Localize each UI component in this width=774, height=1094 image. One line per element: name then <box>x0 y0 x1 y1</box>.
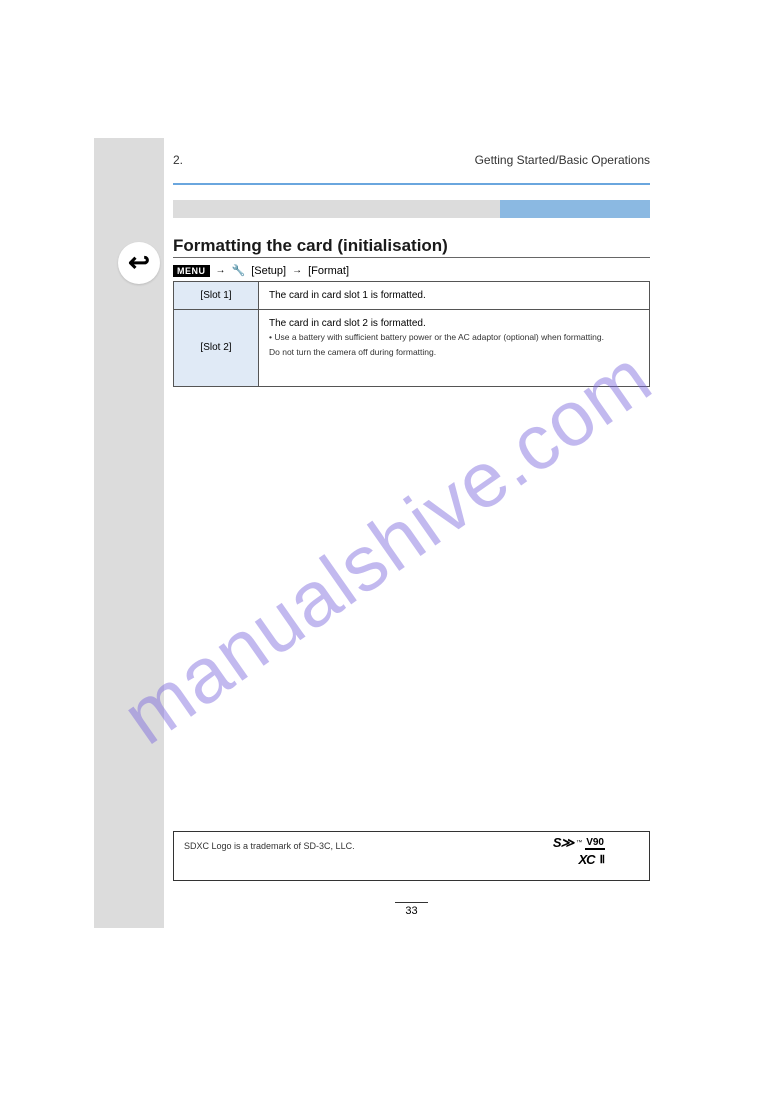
page-number: 33 <box>173 902 650 917</box>
menu-path: MENU → 🔧 [Setup] → [Format] <box>173 264 349 277</box>
arrow-icon: → <box>216 265 226 276</box>
menu-item: [Format] <box>308 265 349 277</box>
header-divider <box>173 183 650 185</box>
table-row: [Slot 1] The card in card slot 1 is form… <box>174 282 650 310</box>
tab-active <box>500 200 650 218</box>
tm-icon: ™ <box>576 840 582 846</box>
row-note: • Use a battery with sufficient battery … <box>269 332 639 344</box>
row-note: Do not turn the camera off during format… <box>269 347 639 359</box>
row-text: The card in card slot 1 is formatted. <box>259 282 650 310</box>
xc-logo-icon: XC <box>579 852 595 867</box>
uhs-ii-icon: Ⅱ <box>600 853 605 866</box>
back-arrow-icon: ↩ <box>128 247 150 278</box>
section-rule <box>173 257 650 258</box>
sd-logos: S≫™ V90 XC Ⅱ <box>553 835 605 867</box>
watermark: manualshive.com <box>106 331 668 762</box>
row-label: [Slot 1] <box>174 282 259 310</box>
wrench-icon: 🔧 <box>232 264 246 277</box>
footnote-text: SDXC Logo is a trademark of SD-3C, LLC. <box>184 841 355 851</box>
arrow-icon: → <box>292 265 302 276</box>
row-label: [Slot 2] <box>174 310 259 387</box>
row-content: The card in card slot 2 is formatted. • … <box>259 310 650 387</box>
menu-badge: MENU <box>173 265 210 277</box>
section-title: Formatting the card (initialisation) <box>173 236 448 256</box>
chapter-number: 2. <box>173 153 183 167</box>
back-button[interactable]: ↩ <box>118 242 160 284</box>
chapter-title: Getting Started/Basic Operations <box>475 153 650 167</box>
row-text: The card in card slot 2 is formatted. <box>269 318 426 329</box>
sd-logo-icon: S≫ <box>553 835 573 851</box>
menu-setup: [Setup] <box>251 265 286 277</box>
tab-bar <box>173 200 650 218</box>
options-table: [Slot 1] The card in card slot 1 is form… <box>173 281 650 387</box>
v90-badge: V90 <box>585 837 605 850</box>
table-row: [Slot 2] The card in card slot 2 is form… <box>174 310 650 387</box>
